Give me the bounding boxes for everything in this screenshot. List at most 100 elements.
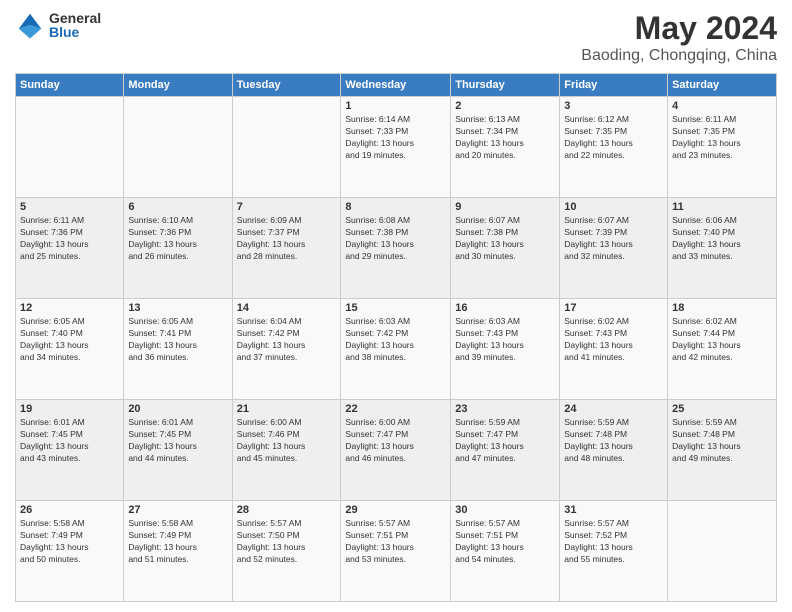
day-detail: Sunrise: 5:58 AM	[128, 518, 193, 528]
calendar-cell: 30Sunrise: 5:57 AMSunset: 7:51 PMDayligh…	[451, 501, 560, 602]
day-detail: and 19 minutes.	[345, 150, 405, 160]
day-detail: and 32 minutes.	[564, 251, 624, 261]
day-number: 1	[345, 100, 446, 112]
daylight-hours-label: Daylight: 13 hours	[128, 340, 197, 350]
day-detail: Sunset: 7:35 PM	[564, 126, 627, 136]
logo: General Blue	[15, 10, 101, 40]
day-detail: Sunrise: 6:09 AM	[237, 215, 302, 225]
day-info: Sunrise: 5:57 AMSunset: 7:51 PMDaylight:…	[345, 518, 446, 566]
day-detail: and 43 minutes.	[20, 453, 80, 463]
day-info: Sunrise: 6:09 AMSunset: 7:37 PMDaylight:…	[237, 215, 337, 263]
daylight-hours-label: Daylight: 13 hours	[20, 340, 89, 350]
daylight-hours-label: Daylight: 13 hours	[128, 441, 197, 451]
calendar-cell: 15Sunrise: 6:03 AMSunset: 7:42 PMDayligh…	[341, 299, 451, 400]
day-detail: Sunset: 7:45 PM	[128, 429, 191, 439]
logo-general: General	[49, 11, 101, 25]
calendar-cell: 20 Sunrise: 6:01 AM Sunset: 7:45 PM Dayligh…	[124, 400, 232, 501]
day-header-saturday: Saturday	[668, 74, 777, 97]
day-info: Sunrise: 6:01 AMSunset: 7:45 PMDaylight:…	[20, 417, 119, 465]
calendar-cell: 23 Sunrise: 5:59 AM Sunset: 7:47 PM Dayligh…	[451, 400, 560, 501]
day-number: 8	[345, 201, 446, 213]
day-detail: and 50 minutes.	[20, 554, 80, 564]
day-detail: Sunrise: 6:04 AM	[237, 316, 302, 326]
calendar-cell: 4Sunrise: 6:11 AMSunset: 7:35 PMDaylight…	[668, 97, 777, 198]
logo-icon	[15, 10, 45, 40]
calendar-cell: 31Sunrise: 5:57 AMSunset: 7:52 PMDayligh…	[560, 501, 668, 602]
day-info: Sunrise: 6:00 AMSunset: 7:46 PMDaylight:…	[237, 417, 337, 465]
day-info: Sunrise: 6:11 AMSunset: 7:35 PMDaylight:…	[672, 114, 772, 162]
calendar-cell: 27Sunrise: 5:58 AMSunset: 7:49 PMDayligh…	[124, 501, 232, 602]
header: General Blue May 2024 Baoding, Chongqing…	[15, 10, 777, 65]
daylight-hours-label: Daylight: 13 hours	[564, 441, 633, 451]
day-info: Sunrise: 5:59 AM Sunset: 7:47 PM Daylight:…	[455, 417, 555, 465]
daylight-hours-label: Daylight: 13 hours	[345, 340, 414, 350]
day-info: Sunrise: 6:06 AMSunset: 7:40 PMDaylight:…	[672, 215, 772, 263]
day-header-monday: Monday	[124, 74, 232, 97]
day-detail: and 42 minutes.	[672, 352, 732, 362]
day-detail: and 55 minutes.	[564, 554, 624, 564]
day-detail: Sunrise: 5:57 AM	[455, 518, 520, 528]
day-detail: and 36 minutes.	[128, 352, 188, 362]
day-detail: Sunrise: 6:01 AM	[128, 417, 193, 427]
day-detail: Sunset: 7:49 PM	[128, 530, 191, 540]
day-detail: Sunrise: 6:03 AM	[455, 316, 520, 326]
day-detail: Sunrise: 5:59 AM	[564, 417, 629, 427]
day-number: 19	[20, 403, 119, 415]
day-info: Sunrise: 6:01 AM Sunset: 7:45 PM Daylight:…	[128, 417, 227, 465]
daylight-hours-label: Daylight: 13 hours	[672, 239, 741, 249]
day-detail: Sunrise: 6:13 AM	[455, 114, 520, 124]
daylight-hours-label: Daylight: 13 hours	[564, 138, 633, 148]
day-detail: Sunset: 7:41 PM	[128, 328, 191, 338]
daylight-hours-label: Daylight: 13 hours	[128, 239, 197, 249]
day-detail: Sunset: 7:38 PM	[455, 227, 518, 237]
calendar-cell: 1Sunrise: 6:14 AMSunset: 7:33 PMDaylight…	[341, 97, 451, 198]
day-detail: and 30 minutes.	[455, 251, 515, 261]
day-detail: Sunrise: 5:59 AM	[672, 417, 737, 427]
day-detail: and 20 minutes.	[455, 150, 515, 160]
day-detail: Sunset: 7:52 PM	[564, 530, 627, 540]
calendar-cell: 12Sunrise: 6:05 AMSunset: 7:40 PMDayligh…	[16, 299, 124, 400]
day-detail: Sunrise: 6:03 AM	[345, 316, 410, 326]
day-number: 22	[345, 403, 446, 415]
day-detail: and 28 minutes.	[237, 251, 297, 261]
day-detail: and 49 minutes.	[672, 453, 732, 463]
day-info: Sunrise: 6:03 AMSunset: 7:42 PMDaylight:…	[345, 316, 446, 364]
calendar-cell: 25Sunrise: 5:59 AMSunset: 7:48 PMDayligh…	[668, 400, 777, 501]
day-header-sunday: Sunday	[16, 74, 124, 97]
daylight-hours-label: Daylight: 13 hours	[672, 138, 741, 148]
calendar-cell: 3Sunrise: 6:12 AMSunset: 7:35 PMDaylight…	[560, 97, 668, 198]
day-detail: Sunrise: 6:02 AM	[672, 316, 737, 326]
day-number: 21	[237, 403, 337, 415]
day-detail: Sunset: 7:47 PM	[455, 429, 518, 439]
logo-text: General Blue	[49, 11, 101, 39]
day-detail: Sunset: 7:38 PM	[345, 227, 408, 237]
calendar-cell	[16, 97, 124, 198]
daylight-hours-label: Daylight: 13 hours	[345, 542, 414, 552]
calendar-cell: 29Sunrise: 5:57 AMSunset: 7:51 PMDayligh…	[341, 501, 451, 602]
day-detail: Sunset: 7:50 PM	[237, 530, 300, 540]
calendar-cell	[668, 501, 777, 602]
day-number: 23	[455, 403, 555, 415]
day-header-tuesday: Tuesday	[232, 74, 341, 97]
calendar-cell: 6Sunrise: 6:10 AMSunset: 7:36 PMDaylight…	[124, 198, 232, 299]
calendar-cell: 28Sunrise: 5:57 AMSunset: 7:50 PMDayligh…	[232, 501, 341, 602]
day-detail: Sunrise: 5:59 AM	[455, 417, 520, 427]
calendar-week-3: 19 Sunrise: 6:01 AM Sunset: 7:45 PM Dayligh…	[16, 400, 777, 501]
day-detail: Sunrise: 6:10 AM	[128, 215, 193, 225]
day-detail: Sunrise: 6:14 AM	[345, 114, 410, 124]
day-number: 11	[672, 201, 772, 213]
day-detail: Sunset: 7:36 PM	[20, 227, 83, 237]
calendar-cell: 10Sunrise: 6:07 AMSunset: 7:39 PMDayligh…	[560, 198, 668, 299]
day-number: 31	[564, 504, 663, 516]
day-info: Sunrise: 5:57 AMSunset: 7:50 PMDaylight:…	[237, 518, 337, 566]
day-number: 20	[128, 403, 227, 415]
daylight-hours-label: Daylight: 13 hours	[564, 340, 633, 350]
calendar-week-0: 1Sunrise: 6:14 AMSunset: 7:33 PMDaylight…	[16, 97, 777, 198]
daylight-hours-label: Daylight: 13 hours	[455, 441, 524, 451]
calendar-cell: 21 Sunrise: 6:00 AMSunset: 7:46 PMDayligh…	[232, 400, 341, 501]
daylight-hours-label: Daylight: 13 hours	[345, 441, 414, 451]
calendar-cell	[124, 97, 232, 198]
calendar-cell: 16Sunrise: 6:03 AMSunset: 7:43 PMDayligh…	[451, 299, 560, 400]
day-detail: and 23 minutes.	[672, 150, 732, 160]
day-number: 26	[20, 504, 119, 516]
